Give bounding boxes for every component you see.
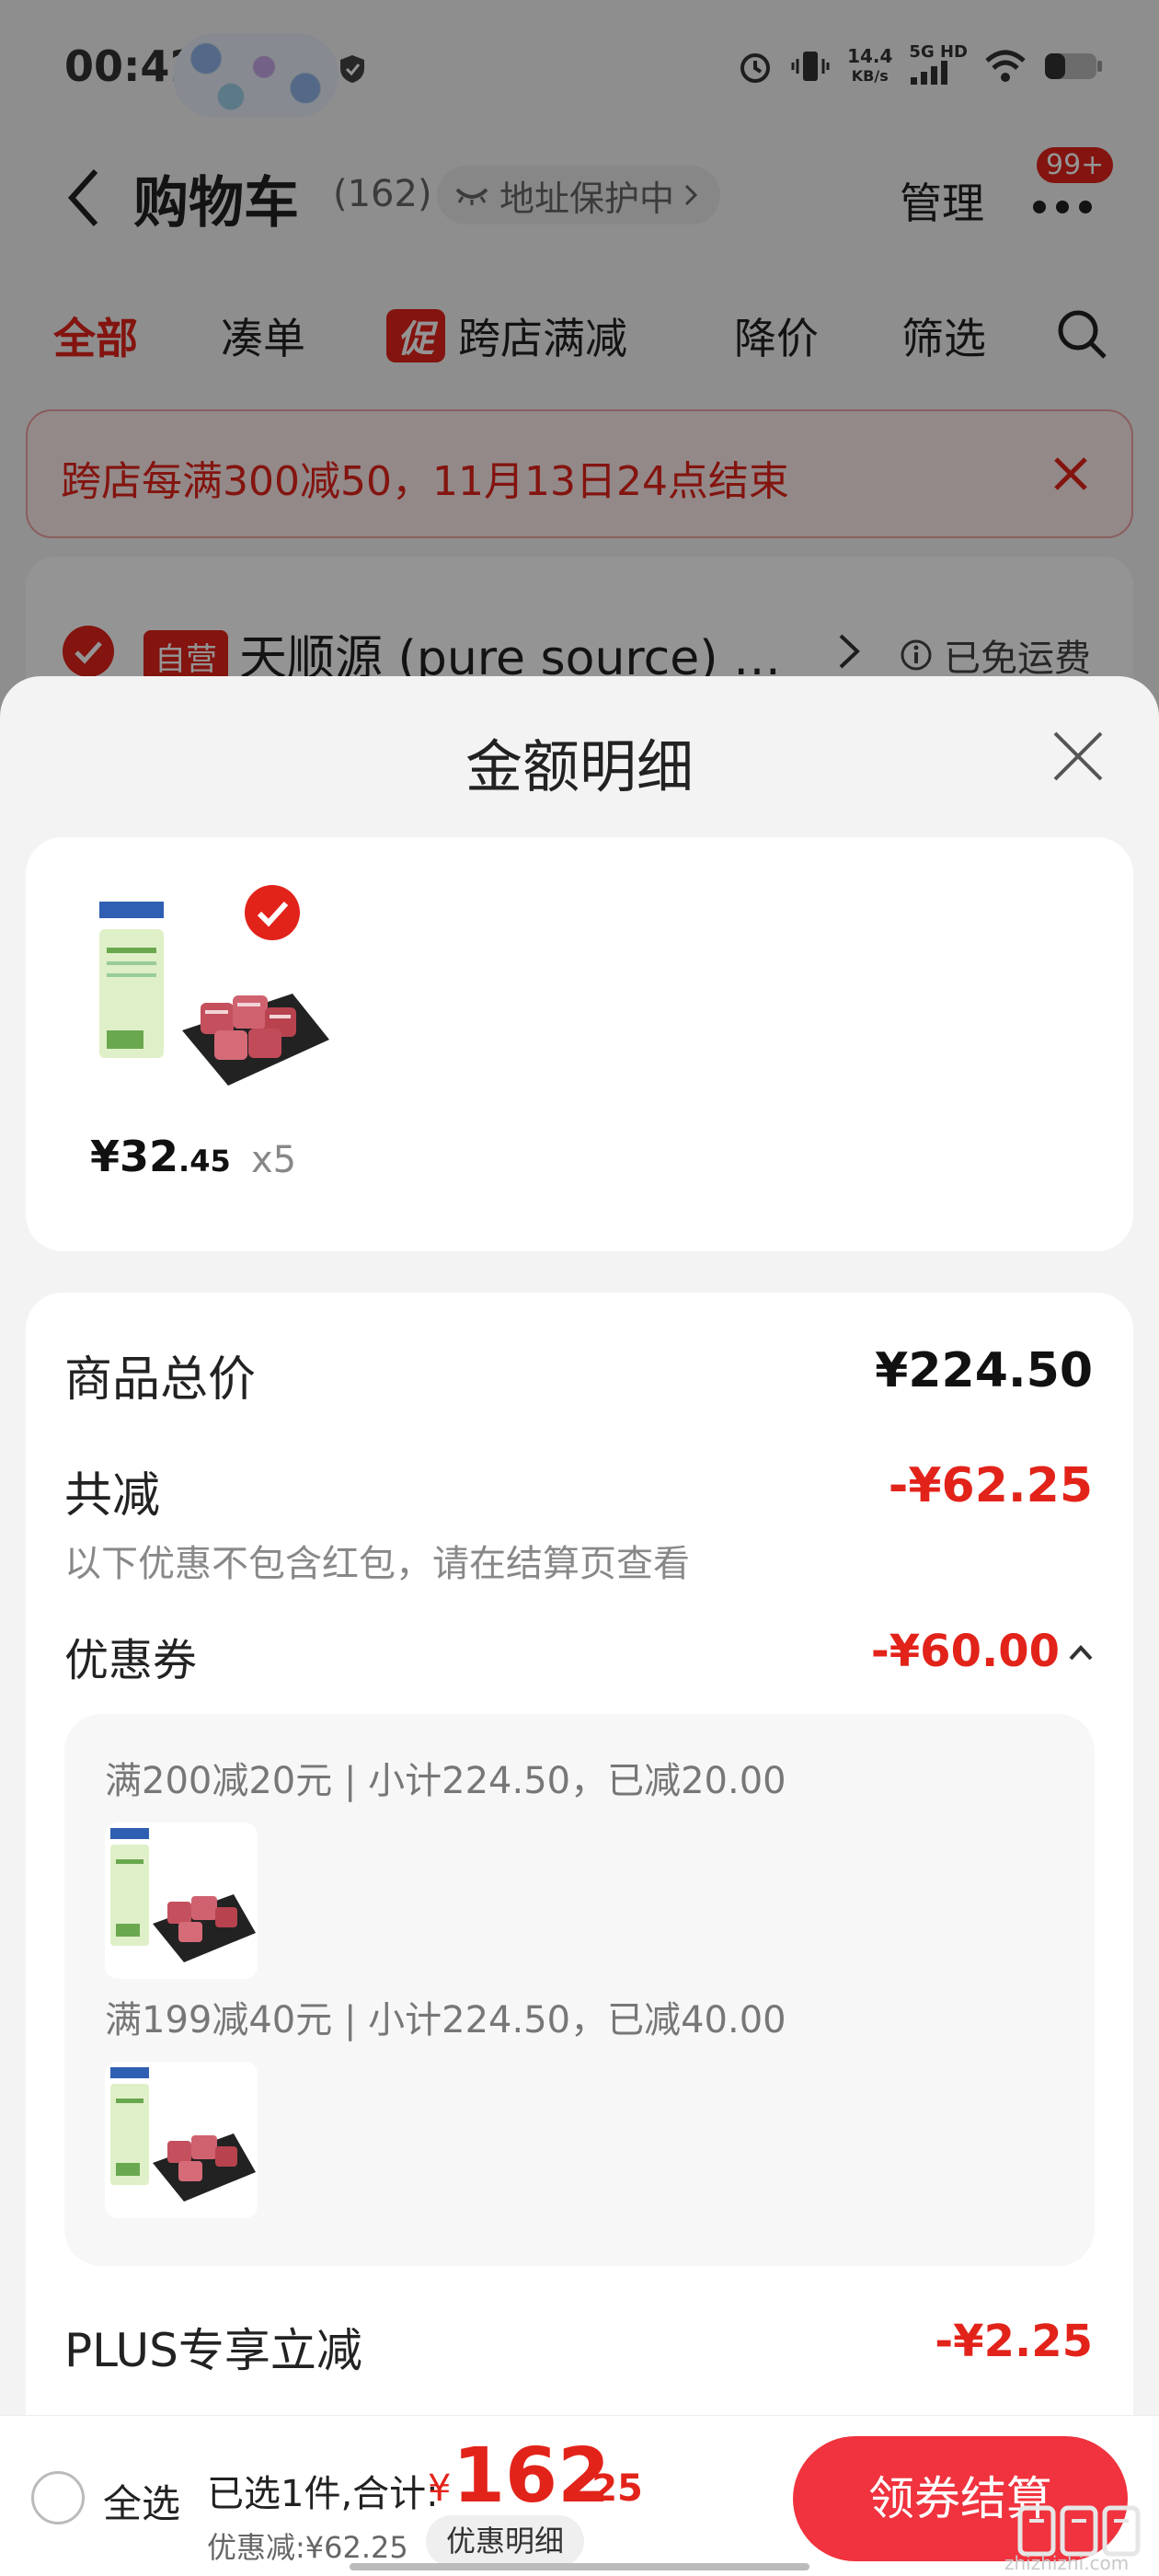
product-card: ¥32.45 x5 [26,837,1133,1251]
coupon-product-image [105,2062,258,2218]
discount-summary: 优惠减:¥62.25 [207,2530,408,2565]
total-price-label: 商品总价 [64,1352,257,1408]
coupon-detail-box: 满200减20元 | 小计224.50，已减20.00 满199减40元 | 小… [64,1714,1095,2266]
product-price: ¥32.45 [90,1132,231,1181]
close-icon[interactable] [1051,730,1105,783]
coupon-line: 满200减20元 | 小计224.50，已减20.00 [105,1760,786,1802]
price-decimal: .45 [178,1144,231,1179]
plus-discount-value: -¥2.25 [935,2316,1093,2367]
checkout-bar: 全选 已选1件,合计: ¥ 162 .25 优惠减:¥62.25 优惠明细 领券… [0,2415,1159,2576]
check-icon[interactable] [243,883,302,942]
amount-detail-sheet: 金额明细 ¥32.45 x5 商品总价 ¥224.50 共减 -¥62.25 以… [0,676,1159,2576]
coupon-label[interactable]: 优惠券 [64,1624,197,1688]
discount-detail-button[interactable]: 优惠明细 [426,2515,585,2567]
price-integer: ¥32 [90,1132,179,1181]
coupon-product-image [105,1823,258,1979]
coupon-line: 满199减40元 | 小计224.50，已减40.00 [105,1999,786,2041]
sheet-title: 金额明细 [465,733,694,800]
coupon-value[interactable]: -¥60.00 [871,1626,1060,1677]
product-quantity: x5 [251,1139,297,1181]
total-reduce-label: 共减 [64,1468,161,1524]
total-currency: ¥ [428,2467,452,2510]
watermark-text: zhizhizhi.com [1004,2552,1130,2574]
reduce-note: 以下优惠不包含红包，请在结算页查看 [64,1543,690,1585]
select-all-label[interactable]: 全选 [103,2473,180,2529]
total-amount-decimal: .25 [578,2467,643,2510]
home-indicator[interactable] [350,2563,809,2570]
total-price-value: ¥224.50 [875,1343,1093,1398]
total-reduce-value: -¥62.25 [888,1458,1093,1513]
chevron-up-icon[interactable] [1067,1642,1095,1662]
select-all-checkbox[interactable] [31,2471,85,2524]
plus-discount-label: PLUS专享立减 [64,2324,362,2377]
price-detail-card: 商品总价 ¥224.50 共减 -¥62.25 以下优惠不包含红包，请在结算页查… [26,1293,1133,2576]
selected-summary: 已选1件,合计: [207,2473,439,2515]
